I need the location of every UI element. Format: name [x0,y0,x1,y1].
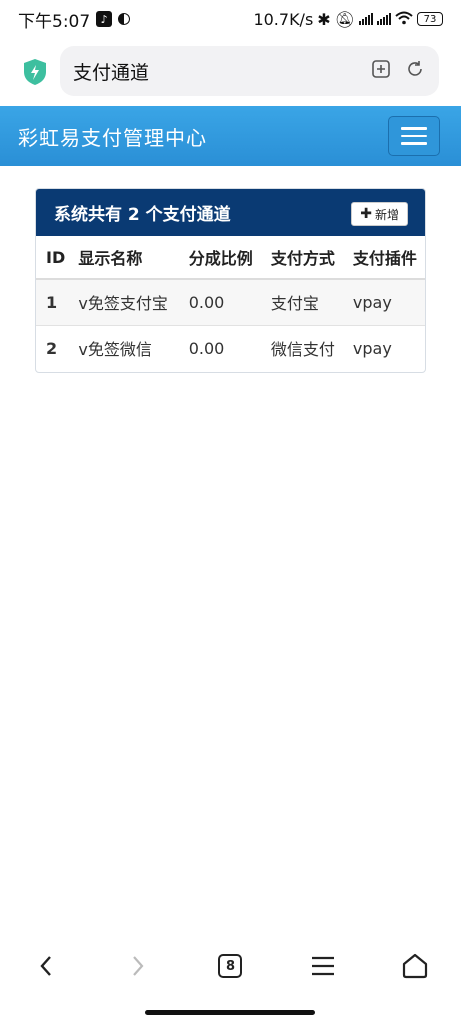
chevron-right-icon [133,956,144,976]
cell-id: 2 [36,324,69,371]
plus-icon: ✚ [360,206,372,222]
forward-button[interactable] [113,941,163,991]
battery-icon: 73 [417,12,443,26]
table-row[interactable]: 2 v免签微信 0.00 微信支付 vpay [36,324,425,371]
table-row[interactable]: 1 v免签支付宝 0.00 支付宝 vpay [36,278,425,325]
status-bar: 下午5:07 ♪ 10.7K/s ✱ 🔕︎ 73 [0,0,461,38]
tiktok-icon: ♪ [96,11,113,27]
cell-rate: 0.00 [178,278,261,325]
cell-rate: 0.00 [178,324,261,371]
cell-name: v免签支付宝 [68,278,179,325]
add-channel-button[interactable]: ✚ 新增 [351,202,408,226]
channel-table: ID 显示名称 分成比例 支付方式 支付插件 1 v免签支付宝 0.00 支付宝… [36,236,425,371]
hamburger-icon [401,127,427,130]
tabs-button[interactable]: 8 [205,941,255,991]
cell-plugin: vpay [342,324,425,371]
add-bookmark-icon[interactable] [371,59,391,83]
signal-hd-icon [377,13,391,25]
cell-plugin: vpay [342,278,425,325]
cell-name: v免签微信 [68,324,179,371]
mute-icon: 🔕︎ [334,9,355,29]
bluetooth-icon: ✱ [317,9,331,29]
page-title: 支付通道 [73,61,150,84]
menu-button[interactable] [298,941,348,991]
add-button-label: 新增 [374,207,399,222]
panel-title: 系统共有 2 个支付通道 [54,205,231,225]
header-name: 显示名称 [68,236,179,280]
menu-toggle-button[interactable] [388,116,440,156]
wifi-icon [395,10,413,29]
address-bar[interactable]: 支付通道 [60,46,439,96]
yin-yang-icon [118,13,131,25]
cell-method: 微信支付 [260,324,343,371]
header-rate: 分成比例 [178,236,261,280]
cell-method: 支付宝 [260,278,343,325]
security-shield-icon[interactable] [22,58,48,86]
header-plugin: 支付插件 [342,236,425,280]
home-button[interactable] [390,941,440,991]
reload-icon[interactable] [405,59,425,83]
app-title[interactable]: 彩虹易支付管理中心 [18,122,207,151]
tab-count: 8 [218,954,243,978]
browser-bottom-nav: 8 [0,940,461,992]
app-header: 彩虹易支付管理中心 [0,106,461,166]
clock: 下午5:07 [18,11,91,32]
table-header-row: ID 显示名称 分成比例 支付方式 支付插件 [36,236,425,280]
signal-icon [359,13,373,25]
cell-id: 1 [36,278,69,325]
header-method: 支付方式 [260,236,343,280]
chevron-left-icon [40,956,51,976]
home-icon [402,953,427,979]
back-button[interactable] [21,941,71,991]
home-indicator[interactable] [145,1010,315,1015]
channel-panel: 系统共有 2 个支付通道 ✚ 新增 ID 显示名称 分成比例 支付方式 支付插件… [35,188,426,373]
network-speed: 10.7K/s [253,9,314,29]
menu-icon [311,956,334,976]
header-id: ID [36,236,69,280]
